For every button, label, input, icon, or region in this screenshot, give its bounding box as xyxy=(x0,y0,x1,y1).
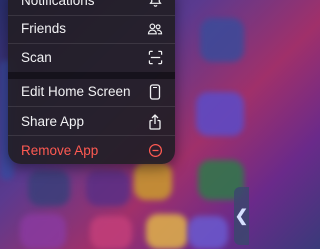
app-icon xyxy=(134,162,172,200)
menu-item-scan[interactable]: Scan xyxy=(8,43,175,72)
side-panel-handle[interactable]: ❮ xyxy=(234,187,249,245)
bell-icon xyxy=(147,0,163,9)
menu-item-label: Friends xyxy=(21,21,67,36)
menu-item-share-app[interactable]: Share App xyxy=(8,107,175,136)
context-menu: Notifications Friends Scan Edit Home Scr… xyxy=(8,0,175,164)
menu-item-label: Share App xyxy=(21,114,85,129)
app-icon xyxy=(200,18,244,62)
app-icon xyxy=(28,170,70,206)
dock-app-icon xyxy=(20,214,66,249)
phone-icon xyxy=(147,83,163,100)
menu-item-label: Scan xyxy=(21,50,52,65)
app-icon xyxy=(86,170,130,206)
menu-item-label: Edit Home Screen xyxy=(21,84,131,99)
menu-item-label: Remove App xyxy=(21,143,99,158)
people-icon xyxy=(147,21,163,37)
menu-item-edit-home-screen[interactable]: Edit Home Screen xyxy=(8,77,175,106)
dock-app-icon xyxy=(146,214,188,249)
dock-app-icon xyxy=(188,216,228,249)
menu-item-label: Notifications xyxy=(21,0,95,8)
minus-circle-icon xyxy=(147,143,163,159)
app-icon xyxy=(196,92,244,136)
dock-app-icon xyxy=(90,216,132,249)
chevron-left-icon: ❮ xyxy=(234,208,249,225)
menu-item-friends[interactable]: Friends xyxy=(8,14,175,43)
share-icon xyxy=(147,113,163,130)
menu-item-remove-app[interactable]: Remove App xyxy=(8,136,175,164)
scan-icon xyxy=(147,50,163,66)
menu-item-notifications[interactable]: Notifications xyxy=(8,0,175,15)
